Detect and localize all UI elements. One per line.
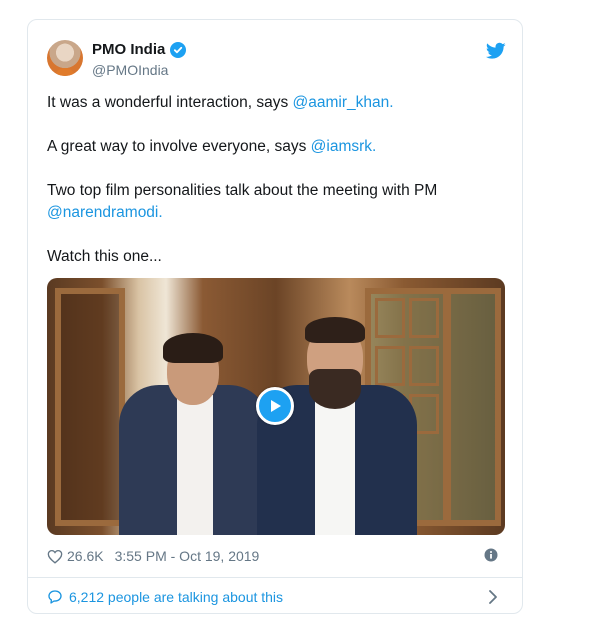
like-button[interactable]: 26.6K <box>47 548 104 564</box>
paragraph-period: . <box>389 94 394 111</box>
info-icon[interactable] <box>484 548 498 562</box>
speech-bubble-icon <box>48 590 62 604</box>
mention-link[interactable]: @aamir_khan <box>293 94 390 111</box>
heart-icon <box>47 549 63 564</box>
play-icon <box>271 400 281 412</box>
tweet-header: PMO India @PMOIndia <box>47 40 506 82</box>
tweet-card: PMO India @PMOIndia It was a wonderful i… <box>27 19 523 614</box>
tweet-timestamp[interactable]: 3:55 PM - Oct 19, 2019 <box>115 548 260 564</box>
tweet-paragraph-2: A great way to involve everyone, says @i… <box>47 136 487 158</box>
background-door <box>55 288 125 526</box>
like-count: 26.6K <box>67 548 104 564</box>
play-button[interactable] <box>256 387 294 425</box>
paragraph-period: . <box>158 204 163 221</box>
paragraph-period: . <box>372 138 377 155</box>
divider <box>28 577 522 578</box>
tweet-paragraph-3: Two top film personalities talk about th… <box>47 180 487 224</box>
paragraph-text: A great way to involve everyone, says <box>47 138 311 155</box>
handle[interactable]: @PMOIndia <box>92 62 168 78</box>
chevron-right-icon <box>489 590 497 604</box>
background-door <box>445 288 501 526</box>
paragraph-text: It was a wonderful interaction, says <box>47 94 293 111</box>
paragraph-text: Two top film personalities talk about th… <box>47 182 438 199</box>
avatar[interactable] <box>47 40 83 76</box>
twitter-bird-icon[interactable] <box>486 42 506 60</box>
display-name[interactable]: PMO India <box>92 41 165 58</box>
name-line[interactable]: PMO India <box>92 41 187 58</box>
verified-badge-icon <box>170 41 187 58</box>
video-thumbnail[interactable] <box>47 278 505 535</box>
tweet-paragraph-1: It was a wonderful interaction, says @aa… <box>47 92 487 114</box>
tweet-text: It was a wonderful interaction, says @aa… <box>47 92 487 290</box>
mention-link[interactable]: @iamsrk <box>311 138 372 155</box>
paragraph-text: Watch this one... <box>47 248 162 265</box>
conversation-link[interactable]: 6,212 people are talking about this <box>47 586 506 608</box>
conversation-count-text: 6,212 people are talking about this <box>69 589 284 605</box>
tweet-meta: 26.6K 3:55 PM - Oct 19, 2019 <box>47 546 504 566</box>
tweet-paragraph-4: Watch this one... <box>47 246 487 268</box>
mention-link[interactable]: @narendramodi <box>47 204 158 221</box>
